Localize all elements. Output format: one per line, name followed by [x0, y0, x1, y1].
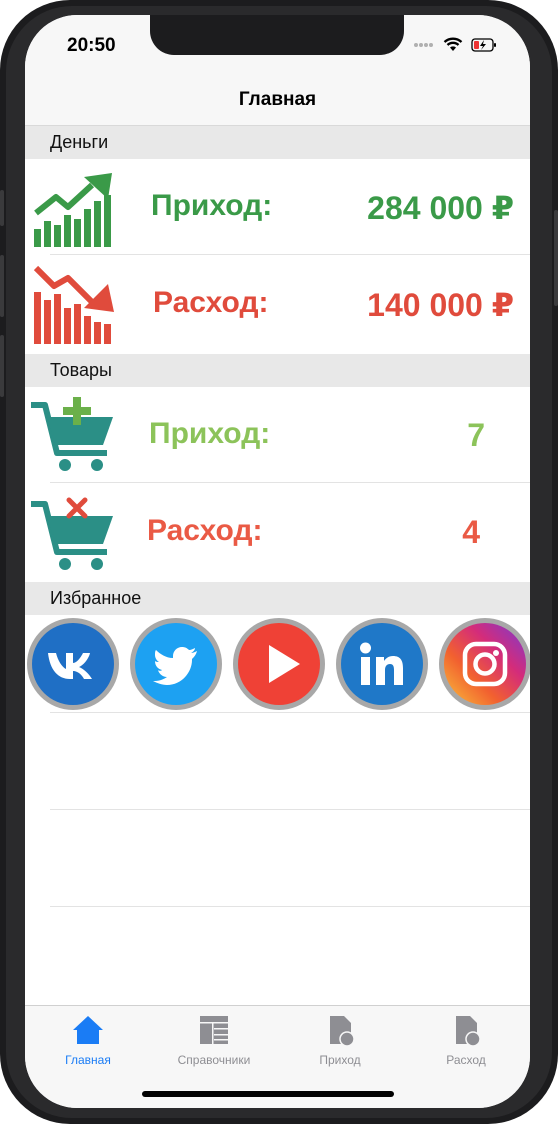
power-button [554, 210, 558, 306]
screen: 20:50 Главная Деньги Приход: 284 000 ₽ Р… [25, 15, 530, 1108]
status-time: 20:50 [67, 35, 116, 56]
page-title: Главная [238, 89, 317, 110]
section-title-favorites: Избранное [50, 588, 142, 608]
home-icon [73, 1016, 103, 1044]
phone-frame: 20:50 Главная Деньги Приход: 284 000 ₽ Р… [0, 0, 558, 1124]
youtube-icon [238, 623, 320, 705]
goods-expense-label: Расход: [147, 514, 263, 547]
vk-icon [32, 623, 114, 705]
document-icon [330, 1016, 355, 1047]
separator [50, 254, 530, 255]
goods-expense-row[interactable]: Расход: 4 [25, 484, 530, 580]
battery-charging-icon [471, 37, 496, 52]
tab-expense-label: Расход [446, 1053, 486, 1067]
favorite-instagram[interactable] [439, 618, 530, 710]
tab-references[interactable]: Справочники [151, 1014, 277, 1067]
section-header-money: Деньги [25, 126, 530, 159]
money-income-value: 284 000 ₽ [367, 190, 514, 226]
tab-home-label: Главная [65, 1053, 111, 1067]
section-header-goods: Товары [25, 354, 530, 387]
tab-income-label: Приход [319, 1053, 361, 1067]
separator [50, 482, 530, 483]
status-icons [413, 37, 497, 52]
favorite-youtube[interactable] [233, 618, 325, 710]
money-expense-value: 140 000 ₽ [367, 287, 514, 323]
section-title-money: Деньги [50, 132, 109, 152]
money-expense-row[interactable]: Расход: 140 000 ₽ [25, 256, 530, 352]
goods-expense-value: 4 [462, 514, 480, 550]
chart-down-icon [33, 265, 114, 344]
goods-income-label: Приход: [149, 417, 271, 450]
volume-up-button [0, 255, 4, 317]
tab-income[interactable]: Приход [277, 1014, 403, 1067]
tab-home[interactable]: Главная [25, 1014, 151, 1067]
cart-add-icon [31, 397, 113, 471]
section-header-favorites: Избранное [25, 582, 530, 615]
favorite-vk[interactable] [27, 618, 119, 710]
favorite-linkedin[interactable] [336, 618, 428, 710]
money-expense-label: Расход: [153, 286, 269, 319]
favorite-twitter[interactable] [130, 618, 222, 710]
cart-remove-icon [31, 497, 113, 570]
favorites-row [25, 615, 530, 713]
separator [50, 809, 530, 810]
chart-up-icon [34, 173, 112, 247]
money-income-row[interactable]: Приход: 284 000 ₽ [25, 159, 530, 255]
section-title-goods: Товары [50, 360, 112, 380]
money-income-label: Приход: [151, 189, 273, 222]
separator [50, 712, 530, 713]
navigation-bar: Главная [25, 75, 530, 126]
goods-income-value: 7 [467, 417, 485, 453]
home-indicator [142, 1091, 394, 1097]
linkedin-icon [341, 623, 423, 705]
separator [50, 906, 530, 907]
goods-income-row[interactable]: Приход: 7 [25, 387, 530, 483]
twitter-icon [135, 623, 217, 705]
wifi-icon [443, 37, 463, 51]
tab-references-label: Справочники [177, 1053, 251, 1067]
tab-expense[interactable]: Расход [403, 1014, 529, 1067]
volume-down-button [0, 335, 4, 397]
document-icon [456, 1016, 481, 1047]
signal-dots-icon [414, 42, 433, 47]
table-icon [200, 1016, 228, 1044]
instagram-icon [444, 623, 526, 705]
mute-switch [0, 190, 4, 226]
notch [150, 15, 404, 55]
